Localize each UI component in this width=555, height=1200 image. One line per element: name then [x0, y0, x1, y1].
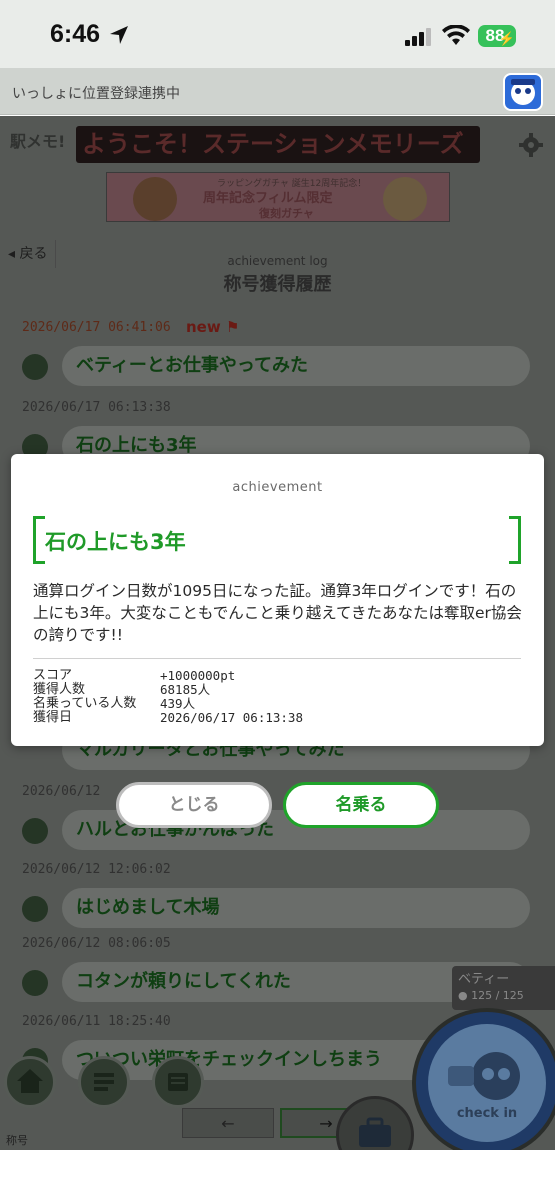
log-date: 2026/06/12: [22, 784, 101, 799]
stat-row: スコア +1000000pt: [33, 669, 521, 683]
mascot-icon: [511, 79, 535, 105]
stat-label: 名乗っている人数: [33, 696, 137, 711]
log-date: 2026/06/11 18:25:40: [22, 1014, 171, 1029]
list-icon: [94, 1073, 114, 1091]
log-date: 2026/06/17 06:41:06: [22, 320, 171, 335]
status-bar: 6:46 88 ⚡: [0, 0, 555, 68]
checkin-label: check in: [456, 1106, 518, 1121]
new-label: new: [186, 318, 221, 336]
stat-label: 獲得日: [33, 710, 73, 725]
stat-row: 名乗っている人数 439人: [33, 697, 521, 711]
stat-value: 439人: [160, 696, 196, 711]
briefcase-icon: [359, 1117, 391, 1147]
achievement-icon: [22, 896, 48, 922]
achievement-icon: [22, 970, 48, 996]
briefcase-button[interactable]: [336, 1096, 414, 1150]
achievement-modal: achievement 石の上にも3年 通算ログイン日数が1095日になった証。…: [11, 454, 544, 746]
achievement-stats: スコア +1000000pt 獲得人数 68185人 名乗っている人数 439人…: [33, 669, 521, 725]
home-button[interactable]: [4, 1056, 56, 1108]
app-logo-text: 駅メモ!: [10, 132, 66, 151]
achievement-description: 通算ログイン日数が1095日になった証。通算3年ログインです！石の上にも3年。大…: [33, 582, 522, 644]
banner-character-right: [383, 177, 427, 221]
character-name: ベティー: [458, 972, 510, 987]
bottom-safe-area: [0, 1150, 555, 1200]
nav-label: 称号: [6, 1134, 28, 1147]
charging-bolt-icon: ⚡: [498, 31, 515, 46]
checkin-ring: [428, 1024, 546, 1142]
stat-label: 獲得人数: [33, 682, 86, 697]
stat-value: 2026/06/17 06:13:38: [160, 710, 303, 725]
location-arrow-icon: [110, 26, 128, 44]
stat-row: 獲得人数 68185人: [33, 683, 521, 697]
status-time: 6:46: [50, 20, 101, 48]
battery-indicator: 88 ⚡: [478, 25, 516, 47]
prev-page-button[interactable]: ←: [182, 1108, 274, 1138]
gear-icon[interactable]: [518, 132, 544, 158]
hp-icon: ●: [458, 989, 468, 1002]
checkin-mascot-icon: [448, 1052, 520, 1100]
banner-headline: 周年記念フィルム限定: [203, 191, 333, 206]
log-date: 2026/06/12 12:06:02: [22, 862, 171, 877]
welcome-ticker: ようこそ！ステーションメモリーズ: [76, 126, 480, 163]
stat-value: +1000000pt: [160, 668, 236, 683]
gacha-banner[interactable]: ラッピングガチャ 誕生12周年記念！ 周年記念フィルム限定 復刻ガチャ: [106, 172, 450, 222]
close-button[interactable]: とじる: [116, 782, 272, 828]
character-hp: ● 125 / 125: [458, 989, 549, 1002]
achievement-title-box: 石の上にも3年: [33, 516, 521, 564]
modal-subtitle: achievement: [232, 480, 323, 495]
location-bar: いっしょに位置登録連携中: [0, 68, 555, 115]
checkin-button[interactable]: check in: [412, 1008, 555, 1150]
achievement-title: 石の上にも3年: [45, 530, 186, 554]
log-title-pill: はじめまして木場: [62, 888, 530, 928]
bracket-left: [33, 516, 45, 564]
linked-app-icon[interactable]: [503, 73, 543, 111]
banner-subline: 復刻ガチャ: [259, 207, 314, 220]
location-status-text: いっしょに位置登録連携中: [12, 86, 180, 102]
log-subtitle: achievement log: [227, 254, 328, 268]
stat-label: スコア: [33, 668, 73, 683]
hp-value: 125 / 125: [471, 989, 524, 1002]
cellular-signal-icon: [405, 28, 431, 46]
banner-character-left: [133, 177, 177, 221]
list-menu-button[interactable]: [78, 1056, 130, 1108]
app-logo: 駅メモ!: [10, 128, 68, 168]
log-date: 2026/06/17 06:13:38: [22, 400, 171, 415]
bracket-right: [509, 516, 521, 564]
stat-row: 獲得日 2026/06/17 06:13:38: [33, 711, 521, 725]
flag-icon: ⚑: [225, 318, 240, 336]
home-icon: [17, 1069, 43, 1093]
wifi-icon: [442, 25, 470, 45]
bottom-navigation: 称号 ← →: [0, 1046, 414, 1150]
divider: [33, 658, 521, 659]
character-card[interactable]: ベティー ● 125 / 125: [452, 966, 555, 1010]
new-badge: new ⚑: [186, 318, 239, 336]
station-menu-button[interactable]: [152, 1056, 204, 1108]
stat-value: 68185人: [160, 682, 211, 697]
log-title-pill: ベティーとお仕事やってみた: [62, 346, 530, 386]
log-title: 称号獲得履歴: [223, 274, 332, 295]
station-list-icon: [168, 1073, 188, 1091]
achievement-icon: [22, 354, 48, 380]
achievement-icon: [22, 818, 48, 844]
claim-title-button[interactable]: 名乗る: [283, 782, 439, 828]
log-date: 2026/06/12 08:06:05: [22, 936, 171, 951]
